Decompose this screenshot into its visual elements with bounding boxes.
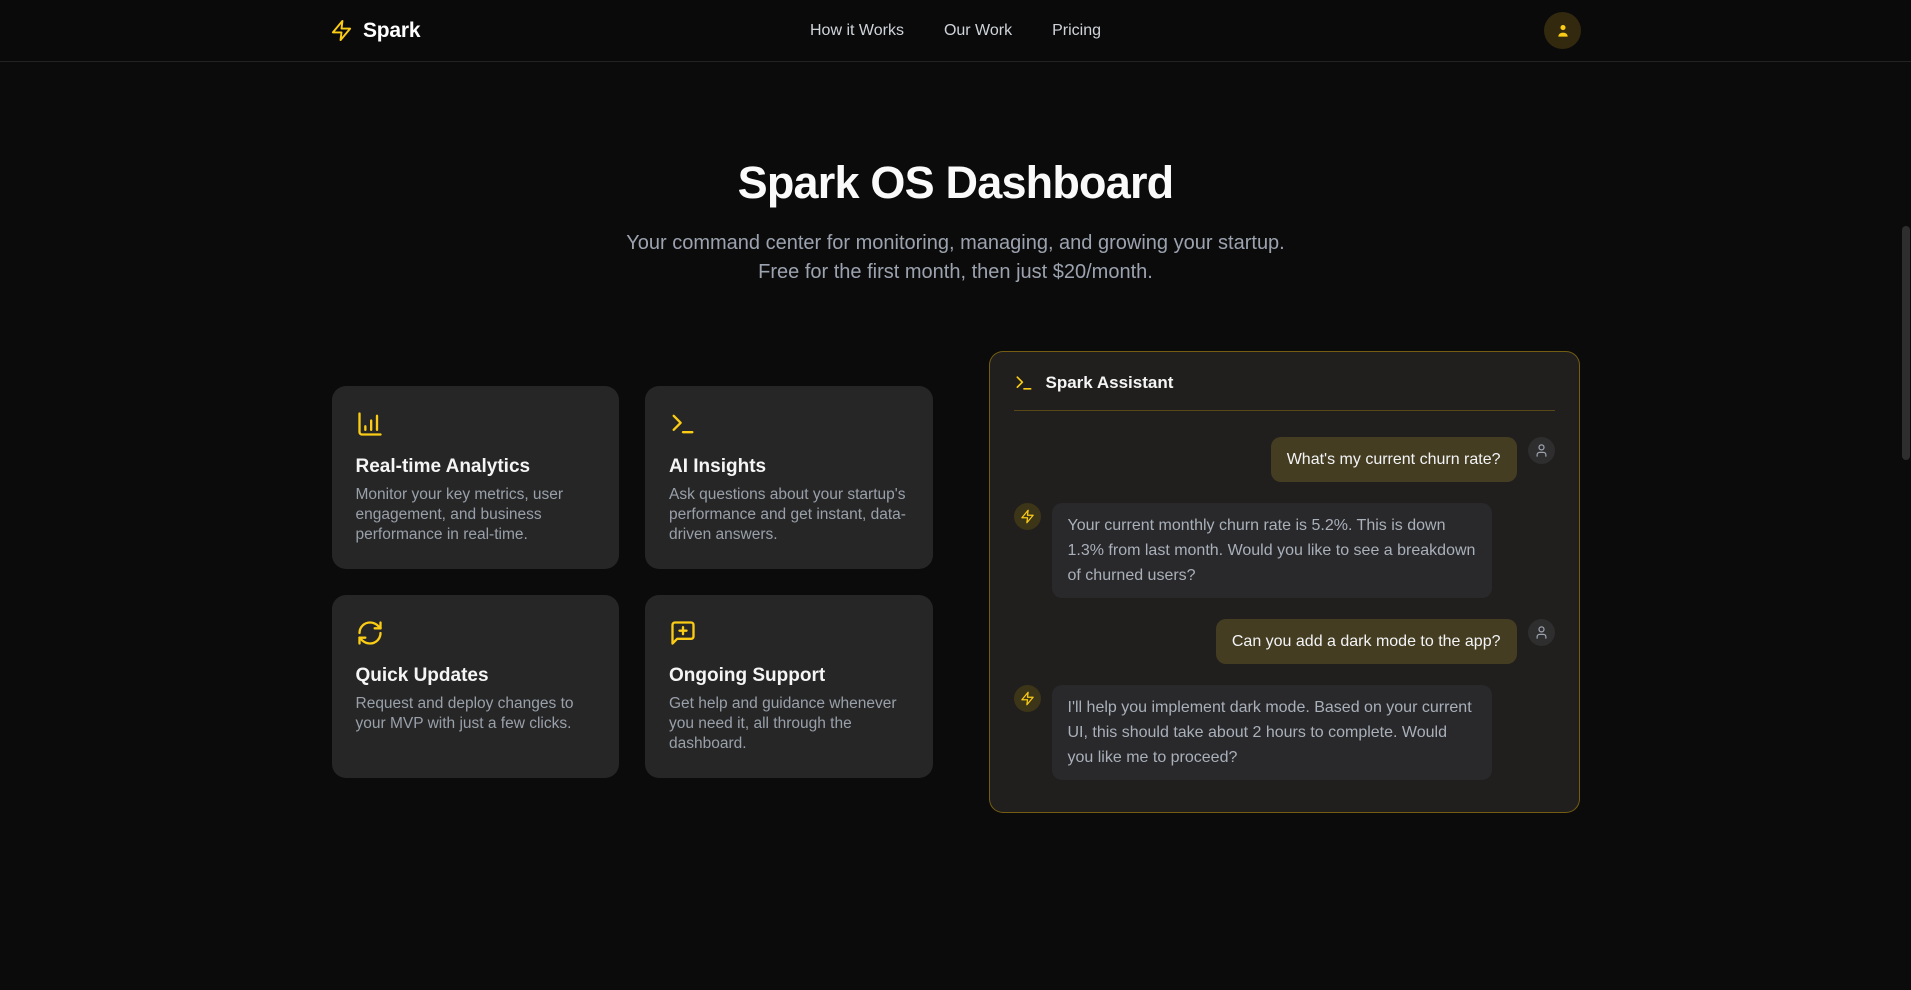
feature-description: Ask questions about your startup's perfo…	[669, 485, 909, 545]
brand-name: Spark	[363, 19, 420, 43]
brand-logo[interactable]: Spark	[330, 19, 420, 43]
feature-description: Get help and guidance whenever you need …	[669, 694, 909, 754]
spark-assistant-panel: Spark Assistant What's my current churn …	[989, 351, 1580, 813]
feature-title: Quick Updates	[356, 665, 596, 687]
nav-item-how-it-works[interactable]: How it Works	[810, 22, 904, 40]
nav-links: How it Works Our Work Pricing	[810, 22, 1101, 40]
hero-section: Spark OS Dashboard Your command center f…	[0, 157, 1911, 287]
feature-description: Request and deploy changes to your MVP w…	[356, 694, 596, 734]
assistant-panel-header: Spark Assistant	[990, 352, 1579, 410]
user-icon	[1534, 443, 1549, 458]
feature-card-realtime-analytics: Real-time Analytics Monitor your key met…	[332, 386, 620, 569]
feature-card-quick-updates: Quick Updates Request and deploy changes…	[332, 595, 620, 778]
chat-message-assistant: Your current monthly churn rate is 5.2%.…	[1014, 503, 1555, 598]
nav-item-our-work[interactable]: Our Work	[944, 22, 1012, 40]
feature-card-ai-insights: AI Insights Ask questions about your sta…	[645, 386, 933, 569]
main-content: Real-time Analytics Monitor your key met…	[332, 351, 1580, 813]
chat-message-user: Can you add a dark mode to the app?	[1014, 619, 1555, 664]
user-message-bubble: What's my current churn rate?	[1271, 437, 1517, 482]
feature-description: Monitor your key metrics, user engagemen…	[356, 485, 596, 545]
assistant-avatar	[1014, 685, 1041, 712]
assistant-message-bubble: I'll help you implement dark mode. Based…	[1052, 685, 1492, 780]
feature-card-ongoing-support: Ongoing Support Get help and guidance wh…	[645, 595, 933, 778]
nav-item-pricing[interactable]: Pricing	[1052, 22, 1101, 40]
user-avatar	[1528, 437, 1555, 464]
chart-column-icon	[356, 410, 596, 438]
feature-title: Ongoing Support	[669, 665, 909, 687]
user-filled-icon	[1554, 22, 1572, 40]
scrollbar-thumb[interactable]	[1902, 226, 1910, 460]
user-message-bubble: Can you add a dark mode to the app?	[1216, 619, 1517, 664]
zap-icon	[1020, 691, 1035, 706]
zap-icon	[330, 19, 353, 42]
page-title: Spark OS Dashboard	[0, 157, 1911, 209]
chat-messages: What's my current churn rate?	[990, 411, 1579, 806]
feature-title: AI Insights	[669, 456, 909, 478]
chat-message-user: What's my current churn rate?	[1014, 437, 1555, 482]
assistant-avatar	[1014, 503, 1041, 530]
user-avatar	[1528, 619, 1555, 646]
page-subtitle: Your command center for monitoring, mana…	[611, 229, 1301, 287]
terminal-icon	[669, 410, 909, 438]
feature-title: Real-time Analytics	[356, 456, 596, 478]
assistant-message-bubble: Your current monthly churn rate is 5.2%.…	[1052, 503, 1492, 598]
assistant-panel-title: Spark Assistant	[1046, 373, 1174, 393]
message-square-plus-icon	[669, 619, 909, 647]
feature-grid: Real-time Analytics Monitor your key met…	[332, 386, 933, 778]
user-icon	[1534, 625, 1549, 640]
account-avatar-button[interactable]	[1544, 12, 1581, 49]
terminal-icon	[1014, 373, 1034, 393]
zap-icon	[1020, 509, 1035, 524]
chat-message-assistant: I'll help you implement dark mode. Based…	[1014, 685, 1555, 780]
top-nav: Spark How it Works Our Work Pricing	[0, 0, 1911, 62]
refresh-icon	[356, 619, 596, 647]
